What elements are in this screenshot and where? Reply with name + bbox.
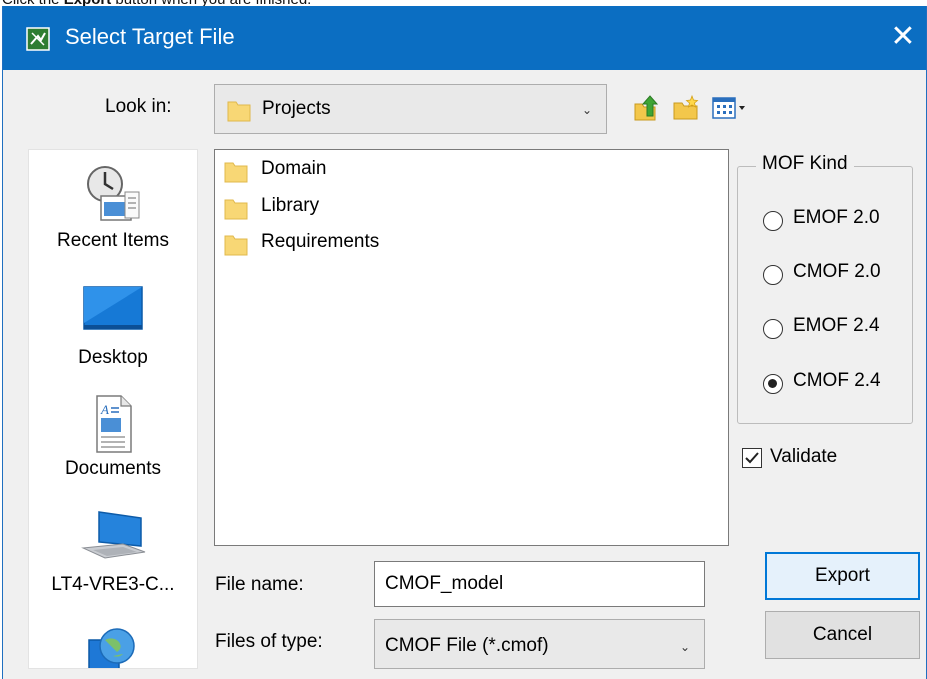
- create-new-folder-icon[interactable]: [672, 94, 700, 122]
- files-of-type-combo[interactable]: CMOF File (*.cmof) ⌄: [374, 619, 705, 669]
- chevron-down-icon: ⌄: [581, 103, 592, 117]
- look-in-label: Look in:: [105, 96, 172, 117]
- dialog-title: Select Target File: [65, 24, 235, 49]
- cancel-button[interactable]: Cancel: [765, 611, 920, 659]
- title-bar: Select Target File ✕: [3, 6, 926, 70]
- radio-label: EMOF 2.4: [793, 315, 880, 336]
- place-label: Recent Items: [57, 230, 169, 251]
- radio-label: CMOF 2.4: [793, 370, 881, 391]
- file-list[interactable]: Domain Library Requirements: [214, 149, 729, 546]
- select-target-file-dialog: Select Target File ✕ Look in: Projects ⌄: [2, 6, 927, 679]
- folder-icon: [227, 101, 251, 122]
- file-name: Library: [261, 195, 320, 216]
- place-network[interactable]: [29, 626, 197, 668]
- place-label: Desktop: [78, 347, 148, 368]
- svg-text:A: A: [100, 402, 109, 417]
- folder-icon: [224, 235, 248, 256]
- app-icon: [26, 27, 50, 51]
- validate-label: Validate: [770, 446, 838, 467]
- look-in-value: Projects: [262, 98, 331, 119]
- view-menu-icon[interactable]: [711, 94, 753, 122]
- place-desktop[interactable]: Desktop: [29, 283, 197, 369]
- look-in-combo[interactable]: Projects ⌄: [214, 84, 607, 134]
- checkbox-box: [742, 448, 762, 468]
- close-button[interactable]: ✕: [880, 6, 926, 70]
- files-of-type-label: Files of type:: [215, 631, 323, 652]
- files-of-type-value: CMOF File (*.cmof): [385, 635, 549, 656]
- computer-icon: [81, 511, 146, 559]
- file-name: Requirements: [261, 231, 380, 252]
- mof-kind-group: MOF Kind EMOF 2.0 CMOF 2.0 EMOF 2.4 CMOF…: [737, 153, 913, 424]
- radio-circle-selected: [763, 374, 783, 394]
- desktop-icon: [83, 286, 143, 330]
- place-documents[interactable]: A Documents: [29, 394, 197, 480]
- place-label: LT4-VRE3-C...: [51, 574, 175, 595]
- export-button[interactable]: Export: [765, 552, 920, 600]
- place-recent-items[interactable]: Recent Items: [29, 162, 197, 252]
- network-icon: [88, 628, 135, 668]
- mof-kind-legend: MOF Kind: [756, 153, 854, 175]
- place-computer[interactable]: LT4-VRE3-C...: [29, 508, 197, 596]
- up-one-level-icon[interactable]: [631, 94, 659, 122]
- recent-items-icon: [87, 166, 140, 221]
- folder-icon: [224, 199, 248, 220]
- radio-circle: [763, 265, 783, 285]
- chevron-down-icon: ⌄: [679, 640, 690, 654]
- documents-icon: A: [96, 395, 132, 453]
- radio-circle: [763, 211, 783, 231]
- file-name: Domain: [261, 158, 327, 179]
- radio-circle: [763, 319, 783, 339]
- folder-icon: [224, 162, 248, 183]
- radio-label: CMOF 2.0: [793, 261, 881, 282]
- checkmark-icon: [745, 452, 759, 464]
- file-name-label: File name:: [215, 574, 304, 595]
- file-name-input[interactable]: [374, 561, 705, 607]
- places-bar: Recent Items Desktop A Documents LT4-VRE…: [28, 149, 198, 669]
- place-label: Documents: [64, 458, 162, 479]
- radio-label: EMOF 2.0: [793, 207, 880, 228]
